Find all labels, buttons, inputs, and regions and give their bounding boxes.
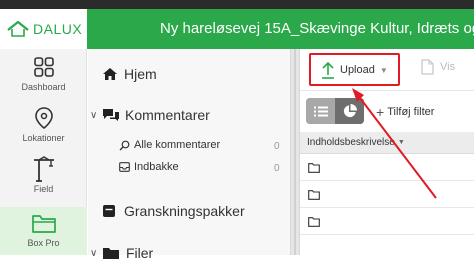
nav-item-hjem[interactable]: Hjem — [102, 66, 157, 82]
table-row[interactable] — [300, 155, 474, 181]
nav-label-hjem: Hjem — [124, 66, 157, 82]
home-icon — [103, 68, 117, 80]
list-view-button[interactable] — [306, 98, 335, 124]
search-icon — [119, 140, 130, 150]
plus-icon: + — [376, 104, 385, 120]
add-filter-button[interactable]: + Tilføj filter — [376, 105, 434, 119]
crane-icon — [31, 156, 57, 182]
rail-item-lokationer[interactable]: Lokationer — [0, 102, 87, 150]
rail-item-box-pro[interactable]: Box Pro — [0, 207, 87, 255]
rail-label-box-pro: Box Pro — [27, 238, 60, 248]
add-filter-label: Tilføj filter — [387, 106, 435, 118]
top-strip — [0, 0, 474, 9]
folder-outline-icon — [308, 162, 320, 173]
comments-icon — [103, 109, 119, 121]
nav-label-granskningspakker: Granskningspakker — [124, 203, 245, 219]
nav-item-granskningspakker[interactable]: Granskningspakker — [102, 203, 245, 219]
column-header[interactable]: Indholdsbeskrivelse ▼ — [300, 132, 474, 154]
nav-label-filer: Filer — [126, 245, 154, 261]
folder-icon — [31, 211, 57, 235]
list-icon — [313, 106, 328, 116]
rail-label-field: Field — [33, 184, 54, 194]
grid-icon — [31, 55, 57, 79]
view-button[interactable]: Vis — [421, 59, 455, 75]
dalux-logo[interactable]: DALUX — [0, 9, 87, 49]
main-content: Upload ▼ Vis + Tilføj filter Indholdsbes… — [300, 49, 474, 255]
nav-label-alle-kommentarer: Alle kommentarer — [134, 139, 221, 151]
rail-label-dashboard: Dashboard — [21, 82, 66, 92]
rail-label-lokationer: Lokationer — [22, 133, 65, 143]
location-pin-icon — [31, 106, 57, 130]
package-icon — [103, 205, 115, 217]
document-icon — [421, 59, 434, 75]
chart-view-button[interactable] — [335, 98, 364, 124]
view-toggle — [306, 98, 364, 124]
logo-text: DALUX — [33, 21, 83, 37]
view-bar: + Tilføj filter — [300, 91, 474, 131]
panel-splitter[interactable] — [290, 49, 300, 255]
folder-icon — [103, 247, 119, 259]
nav-label-kommentarer: Kommentarer — [125, 107, 210, 123]
inbox-icon — [119, 162, 130, 172]
chevron-down-icon: ∨ — [90, 247, 98, 259]
left-rail: Dashboard Lokationer Field Box Pro — [0, 49, 87, 255]
nav-label-indbakke: Indbakke — [134, 161, 179, 173]
rail-item-dashboard[interactable]: Dashboard — [0, 51, 87, 99]
nav-item-alle-kommentarer[interactable]: Alle kommentarer — [119, 139, 220, 151]
view-label: Vis — [440, 61, 456, 73]
nav-item-kommentarer[interactable]: ∨ Kommentarer — [90, 107, 210, 123]
chevron-down-icon: ∨ — [90, 109, 98, 121]
count-alle-kommentarer: 0 — [274, 141, 280, 152]
folder-outline-icon — [308, 216, 320, 227]
table-row[interactable] — [300, 209, 474, 235]
table-row[interactable] — [300, 182, 474, 208]
nav-item-filer[interactable]: ∨ Filer — [90, 245, 153, 261]
column-header-label: Indholdsbeskrivelse — [307, 137, 395, 148]
house-logo-icon — [7, 21, 29, 37]
count-indbakke: 0 — [274, 163, 280, 174]
folder-outline-icon — [308, 189, 320, 200]
pie-chart-icon — [343, 104, 357, 118]
toolbar: Upload ▼ Vis — [300, 49, 474, 91]
app-header: DALUX Ny hareløsevej 15A_Skævinge Kultur… — [0, 9, 474, 49]
highlight-box — [309, 53, 400, 86]
project-title: Ny hareløsevej 15A_Skævinge Kultur, Idræ… — [160, 20, 474, 37]
rail-item-field[interactable]: Field — [0, 153, 87, 201]
nav-panel: Hjem ∨ Kommentarer Alle kommentarer 0 In… — [88, 49, 290, 261]
nav-item-indbakke[interactable]: Indbakke — [119, 161, 179, 173]
sort-caret-icon: ▼ — [397, 139, 405, 146]
